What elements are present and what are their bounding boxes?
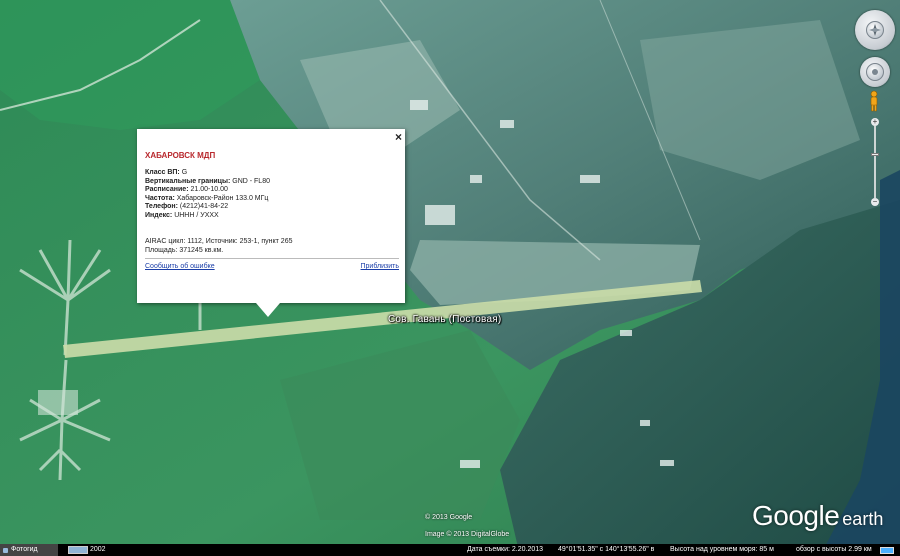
pegman-icon[interactable]: [869, 90, 879, 112]
place-label[interactable]: Сов. Гавань (Постовая): [388, 314, 501, 325]
imagery-date: Дата съемки: 2.20.2013: [467, 546, 544, 553]
detail-row: Расписание: 21.00-10.00: [145, 186, 228, 193]
info-balloon: × ХАБАРОВСК МДП Класс ВП: G Вертикальные…: [137, 129, 405, 317]
hand-icon: [866, 63, 884, 81]
historical-imagery-icon[interactable]: [68, 546, 88, 554]
eye-altitude: обзор с высоты 2.99 км: [796, 546, 872, 553]
logo-earth-text: earth: [842, 509, 884, 529]
tour-guide-icon: [3, 548, 8, 553]
detail-row: Индекс: UHHH / УХХХ: [145, 211, 219, 219]
balloon-details: Класс ВП: G Вертикальные границы: GND - …: [145, 169, 270, 220]
tour-guide-tab[interactable]: Фотогид: [0, 544, 58, 556]
close-icon[interactable]: ×: [395, 130, 402, 144]
airac-line: AIRAC цикл: 1112, Источник: 253-1, пункт…: [145, 238, 293, 245]
report-error-link[interactable]: Сообщить об ошибке: [145, 263, 215, 270]
zoom-in-button[interactable]: +: [871, 118, 879, 126]
streaming-meter: [880, 547, 894, 554]
tour-guide-label: Фотогид: [11, 546, 38, 553]
copyright-imagery: Image © 2013 DigitalGlobe: [425, 531, 510, 538]
historical-year[interactable]: 2002: [90, 544, 106, 556]
google-earth-logo: Google earth: [752, 500, 883, 532]
detail-row: Частота: Хабаровск-Район 133.0 МГц: [145, 194, 269, 202]
balloon-title: ХАБАРОВСК МДП: [145, 151, 216, 160]
detail-row: Класс ВП: G: [145, 169, 188, 176]
divider: [145, 258, 399, 259]
look-joystick[interactable]: [860, 57, 890, 87]
satellite-map[interactable]: [0, 0, 900, 556]
logo-google-text: Google: [752, 500, 840, 531]
detail-row: Телефон: (4212)41-84-22: [145, 203, 229, 210]
compass-icon: [866, 21, 884, 39]
navigation-compass[interactable]: [855, 10, 895, 50]
zoom-slider[interactable]: + −: [871, 118, 879, 206]
zoom-thumb[interactable]: [871, 153, 879, 157]
elevation: Высота над уровнем моря: 85 м: [670, 546, 774, 553]
coordinates: 49°01'51.35" с 140°13'55.26" в: [558, 546, 655, 553]
detail-row: Вертикальные границы: GND - FL80: [145, 177, 270, 185]
zoom-in-link[interactable]: Приблизить: [361, 263, 400, 270]
copyright-google: © 2013 Google: [425, 514, 473, 521]
balloon-pointer: [256, 303, 280, 317]
area-line: Площадь: 371245 кв.км.: [145, 246, 224, 254]
zoom-out-button[interactable]: −: [871, 198, 879, 206]
zoom-track[interactable]: [874, 126, 876, 198]
airac-info: AIRAC цикл: 1112, Источник: 253-1, пункт…: [145, 238, 293, 255]
status-bar: Фотогид 2002 Дата съемки: 2.20.2013 49°0…: [0, 544, 900, 556]
